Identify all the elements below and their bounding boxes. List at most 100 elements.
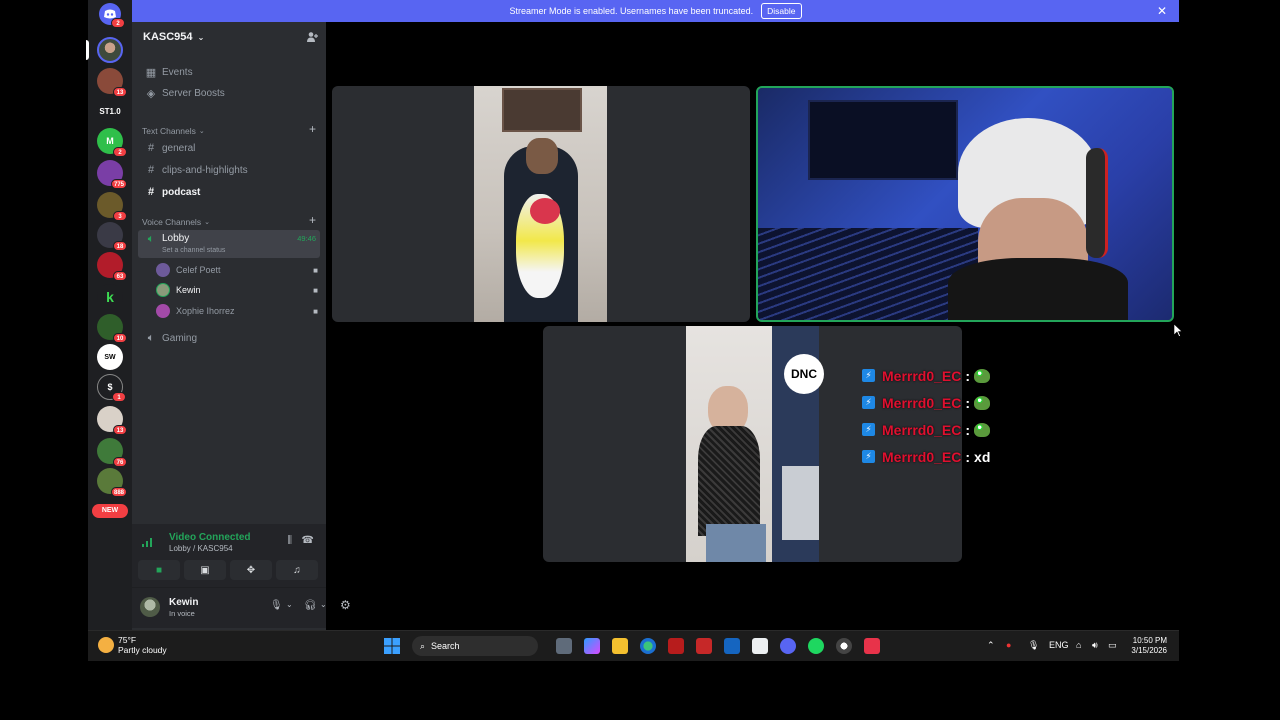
jeans-image <box>706 524 766 562</box>
server-icon[interactable]: 10 <box>97 314 127 343</box>
server-icon[interactable]: 775 <box>97 160 127 189</box>
stream-chat-overlay: ⚡ Merrrd0_EC : ⚡ Merrrd0_EC : ⚡ Merrrd0_… <box>862 362 990 470</box>
voice-status-subtitle[interactable]: Lobby / KASC954 <box>169 544 233 553</box>
chevron-down-icon: ⌄ <box>204 219 210 226</box>
video-tile-2-speaking[interactable] <box>756 86 1174 322</box>
server-icon[interactable]: $1 <box>97 374 126 402</box>
server-icon[interactable]: M2 <box>97 128 127 157</box>
chevron-up-icon[interactable]: ⌃ <box>987 640 995 651</box>
battery-icon[interactable]: ▭ <box>1108 640 1117 651</box>
logo-image: DNC <box>784 354 824 394</box>
server-icon-kick[interactable]: k <box>97 284 123 310</box>
video-tile-1[interactable] <box>332 86 750 322</box>
settings-gear-icon[interactable]: ⚙ <box>340 598 351 612</box>
noise-suppression-icon[interactable]: ⫼ <box>287 535 292 546</box>
chevron-down-icon[interactable]: ⌄ <box>286 600 293 609</box>
disconnect-icon[interactable]: ☎ <box>302 535 314 546</box>
user-panel: Kewin In voice 🎙︎ ⌄ 🎧︎ ⌄ ⚙ <box>132 588 351 628</box>
tray-app-icon[interactable]: ● <box>1006 640 1011 650</box>
user-name[interactable]: Kewin <box>169 597 198 608</box>
headset-image <box>1086 148 1108 258</box>
headphones-icon[interactable]: 🎧︎ <box>304 600 317 611</box>
store-icon[interactable] <box>752 638 768 654</box>
category-voice-channels[interactable]: Voice Channels ⌄ <box>142 217 210 227</box>
discord-app-icon[interactable] <box>780 638 796 654</box>
channel-events[interactable]: ▦ Events <box>138 62 320 82</box>
tiktok-live-icon[interactable] <box>864 638 880 654</box>
invite-people-icon[interactable] <box>306 31 318 43</box>
server-icon[interactable]: SW <box>97 344 123 370</box>
language-indicator[interactable]: ENG <box>1049 640 1069 650</box>
guild-name: KASC954 <box>143 31 193 43</box>
chat-message: ⚡ Merrrd0_EC : <box>862 389 991 416</box>
server-icon[interactable]: 63 <box>97 252 127 281</box>
platform-icon: ⚡ <box>862 450 875 463</box>
voice-channel-gaming[interactable]: 🔈︎ Gaming <box>138 328 320 348</box>
hash-icon: # <box>147 142 155 154</box>
close-icon[interactable]: ✕ <box>1157 4 1167 18</box>
network-icon[interactable]: ⌂ <box>1076 640 1081 650</box>
speaker-icon: 🔈︎ <box>147 233 155 245</box>
server-icon[interactable]: 13 <box>97 406 127 435</box>
channel-status[interactable]: Set a channel status <box>162 247 225 254</box>
screen-share-button[interactable]: ▣ <box>184 560 226 580</box>
voice-member[interactable]: Kewin ■ <box>156 280 320 300</box>
disable-button[interactable]: Disable <box>761 3 802 19</box>
spotify-icon[interactable] <box>808 638 824 654</box>
obs-icon[interactable] <box>836 638 852 654</box>
banner-text: Streamer Mode is enabled. Usernames have… <box>509 6 754 16</box>
system-clock[interactable]: 10:50 PM 3/15/2026 <box>1131 636 1167 656</box>
discord-home-icon[interactable]: 2 <box>99 3 125 28</box>
avatar <box>156 304 170 318</box>
add-channel-icon[interactable]: + <box>309 122 316 136</box>
avatar <box>156 263 170 277</box>
chat-message: ⚡ Merrrd0_EC : <box>862 416 991 443</box>
server-icon[interactable]: 76 <box>97 438 127 467</box>
volume-icon[interactable]: 🔊︎ <box>1092 640 1098 651</box>
voice-channel-lobby[interactable]: 🔈︎ Lobby 49:46 Set a channel status <box>138 230 320 258</box>
laptop-image <box>782 466 819 540</box>
channel-general[interactable]: # general <box>138 138 320 158</box>
copilot-icon[interactable] <box>584 638 600 654</box>
avatar[interactable] <box>140 597 160 617</box>
add-channel-icon[interactable]: + <box>309 213 316 227</box>
category-text-channels[interactable]: Text Channels ⌄ <box>142 126 205 136</box>
channel-server-boosts[interactable]: ◈ Server Boosts <box>138 83 320 103</box>
server-icon-st[interactable]: ST1.0 <box>97 98 123 124</box>
server-icon-active[interactable] <box>97 37 123 63</box>
file-explorer-icon[interactable] <box>612 638 628 654</box>
mouse-cursor-icon <box>1174 324 1182 337</box>
outlook-icon[interactable] <box>724 638 740 654</box>
face-image <box>526 138 558 174</box>
mcafee-icon[interactable] <box>668 638 684 654</box>
voice-status-title: Video Connected <box>169 532 251 543</box>
server-icon[interactable]: 3 <box>97 192 127 221</box>
voice-member[interactable]: Celef Poett ■ <box>156 260 320 280</box>
signal-icon[interactable] <box>142 537 160 551</box>
user-status: In voice <box>169 609 195 618</box>
weather-widget[interactable]: 75°F Partly cloudy <box>98 635 167 655</box>
activities-button[interactable]: ✥ <box>230 560 272 580</box>
weather-cloud-icon <box>98 637 114 653</box>
edge-browser-icon[interactable] <box>640 638 656 654</box>
taskbar-search[interactable]: ⌕ Search <box>412 636 538 656</box>
voice-member[interactable]: Xophie Ihorrez ■ <box>156 301 320 321</box>
new-unreads-badge[interactable]: NEW <box>92 504 128 518</box>
channel-clips-and-highlights[interactable]: # clips-and-highlights <box>138 160 320 180</box>
chevron-down-icon: ⌄ <box>197 33 205 42</box>
channel-podcast[interactable]: # podcast <box>138 182 320 202</box>
windows-start-icon[interactable] <box>384 638 400 654</box>
task-view-icon[interactable] <box>556 638 572 654</box>
activities-icon: ✥ <box>246 564 256 576</box>
soundboard-button[interactable]: ♫ <box>276 560 318 580</box>
server-icon[interactable]: 18 <box>97 222 127 251</box>
app-icon[interactable] <box>696 638 712 654</box>
microphone-tray-icon[interactable]: 🎙︎ <box>1028 640 1039 651</box>
camera-icon: ■ <box>313 285 318 295</box>
server-icon[interactable]: 13 <box>97 68 127 97</box>
camera-button[interactable]: ■ <box>138 560 180 580</box>
server-icon[interactable]: 888 <box>97 468 127 497</box>
guild-header[interactable]: KASC954 ⌄ <box>132 22 326 54</box>
chevron-down-icon[interactable]: ⌄ <box>320 600 327 609</box>
microphone-icon[interactable]: 🎙︎ <box>270 600 283 611</box>
